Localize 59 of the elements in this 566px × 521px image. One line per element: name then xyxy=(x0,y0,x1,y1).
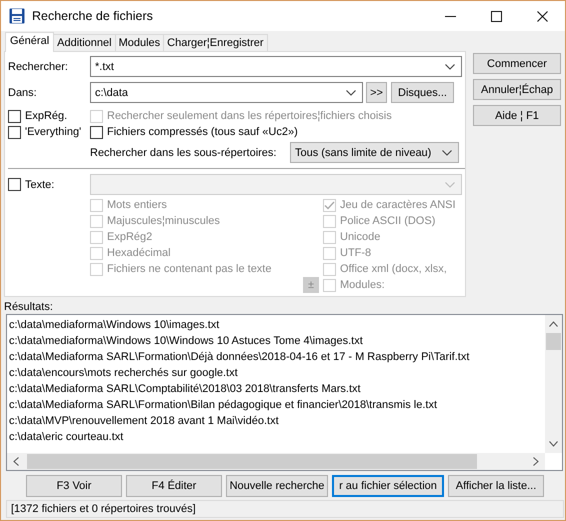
vertical-scrollbar[interactable] xyxy=(545,315,562,453)
checkbox-label: Fichiers compressés (tous sauf «Uc2») xyxy=(107,126,298,138)
scroll-up-icon[interactable] xyxy=(549,321,558,327)
result-row[interactable]: c:\data\encours\mots recherchés sur google.txt xyxy=(9,365,545,381)
tab[interactable]: Charger¦Enregistrer xyxy=(163,34,268,51)
checkbox-label: 'Everything' xyxy=(25,126,82,138)
scroll-left-icon[interactable] xyxy=(13,457,19,466)
checkbox-label: Office xml (docx, xlsx, xyxy=(340,263,447,275)
action-button[interactable]: F4 Éditer xyxy=(126,475,222,497)
result-row[interactable]: c:\data\Mediaforma SARL\Comptabilité\2018\03 2018\transferts Mars.txt xyxy=(9,381,545,397)
checkbox-label: Fichiers ne contenant pas le texte xyxy=(107,263,272,275)
action-button[interactable]: Aide ¦ F1 xyxy=(473,105,561,126)
checkbox-label: Rechercher seulement dans les répertoires¦fichiers choisis xyxy=(107,110,392,122)
action-button[interactable]: Annuler¦Échap xyxy=(473,79,561,100)
tab[interactable]: Général xyxy=(5,32,54,52)
field-label: Rechercher dans les sous-répertoires: xyxy=(90,146,278,158)
scrollbar-thumb[interactable] xyxy=(27,454,477,469)
scroll-right-icon[interactable] xyxy=(533,457,539,466)
close-icon[interactable] xyxy=(536,10,548,22)
result-row[interactable]: c:\data\mediaforma\Windows 10\Windows 10 Astuces Tome 4\images.txt xyxy=(9,333,545,349)
checkbox[interactable] xyxy=(90,126,103,138)
checkbox-label: Police ASCII (DOS) xyxy=(340,215,436,227)
checkbox-label: Unicode xyxy=(340,231,380,243)
checkbox-label: UTF-8 xyxy=(340,247,372,259)
combo-box[interactable]: *.txt xyxy=(90,56,462,77)
action-button[interactable]: Afficher la liste... xyxy=(448,475,544,497)
checkbox-label: Mots entiers xyxy=(107,199,167,211)
status-bar: [1372 fichiers et 0 répertoires trouvés] xyxy=(6,500,564,518)
result-row[interactable]: c:\data\MVP\renouvellement 2018 avant 1 Mai\vidéo.txt xyxy=(9,413,545,429)
action-button[interactable]: Commencer xyxy=(473,53,561,74)
action-button[interactable]: F3 Voir xyxy=(26,475,122,497)
window-title: Recherche de fichiers xyxy=(32,9,153,23)
checkbox-label: ExpRég2 xyxy=(107,231,152,243)
drives-button[interactable]: Disques... xyxy=(391,82,454,103)
result-row[interactable]: c:\data\eric courteau.txt xyxy=(9,429,545,445)
checkbox-label: Jeu de caractères ANSI xyxy=(340,199,456,211)
checkbox-label: ExpRég. xyxy=(25,110,68,122)
field-label: Rechercher: xyxy=(8,60,69,72)
browse-button[interactable]: >> xyxy=(366,82,387,103)
scrollbar-thumb[interactable] xyxy=(546,333,561,350)
action-button[interactable]: r au fichier sélection xyxy=(332,475,444,497)
action-button[interactable]: Nouvelle recherche xyxy=(226,475,328,497)
checkbox-label: Texte: xyxy=(25,178,54,190)
checkbox[interactable] xyxy=(8,110,21,122)
combo-box[interactable]: c:\data xyxy=(90,82,363,103)
checkbox[interactable] xyxy=(8,178,21,191)
field-label: Dans: xyxy=(8,86,38,98)
result-row[interactable]: c:\data\mediaforma\Windows 10\images.txt xyxy=(9,317,545,333)
result-row[interactable]: c:\data\Mediaforma SARL\Formation\Bilan pédagogique et financier\2018\transmis le.txt xyxy=(9,397,545,413)
checkbox-label: Hexadécimal xyxy=(107,247,171,259)
checkbox-label: Majuscules¦minuscules xyxy=(107,215,220,227)
maximize-icon[interactable] xyxy=(490,10,502,22)
dropdown[interactable]: Tous (sans limite de niveau) xyxy=(290,142,459,163)
scroll-down-icon[interactable] xyxy=(549,441,558,447)
checkbox[interactable] xyxy=(8,126,21,138)
results-label: Résultats: xyxy=(4,300,54,314)
checkbox-label: Modules: xyxy=(340,279,385,291)
result-row[interactable]: c:\data\Mediaforma SARL\Formation\Déjà données\2018-04-16 et 17 - M Raspberry Pi\Tarif.txt xyxy=(9,349,545,365)
horizontal-scrollbar[interactable] xyxy=(7,453,545,470)
